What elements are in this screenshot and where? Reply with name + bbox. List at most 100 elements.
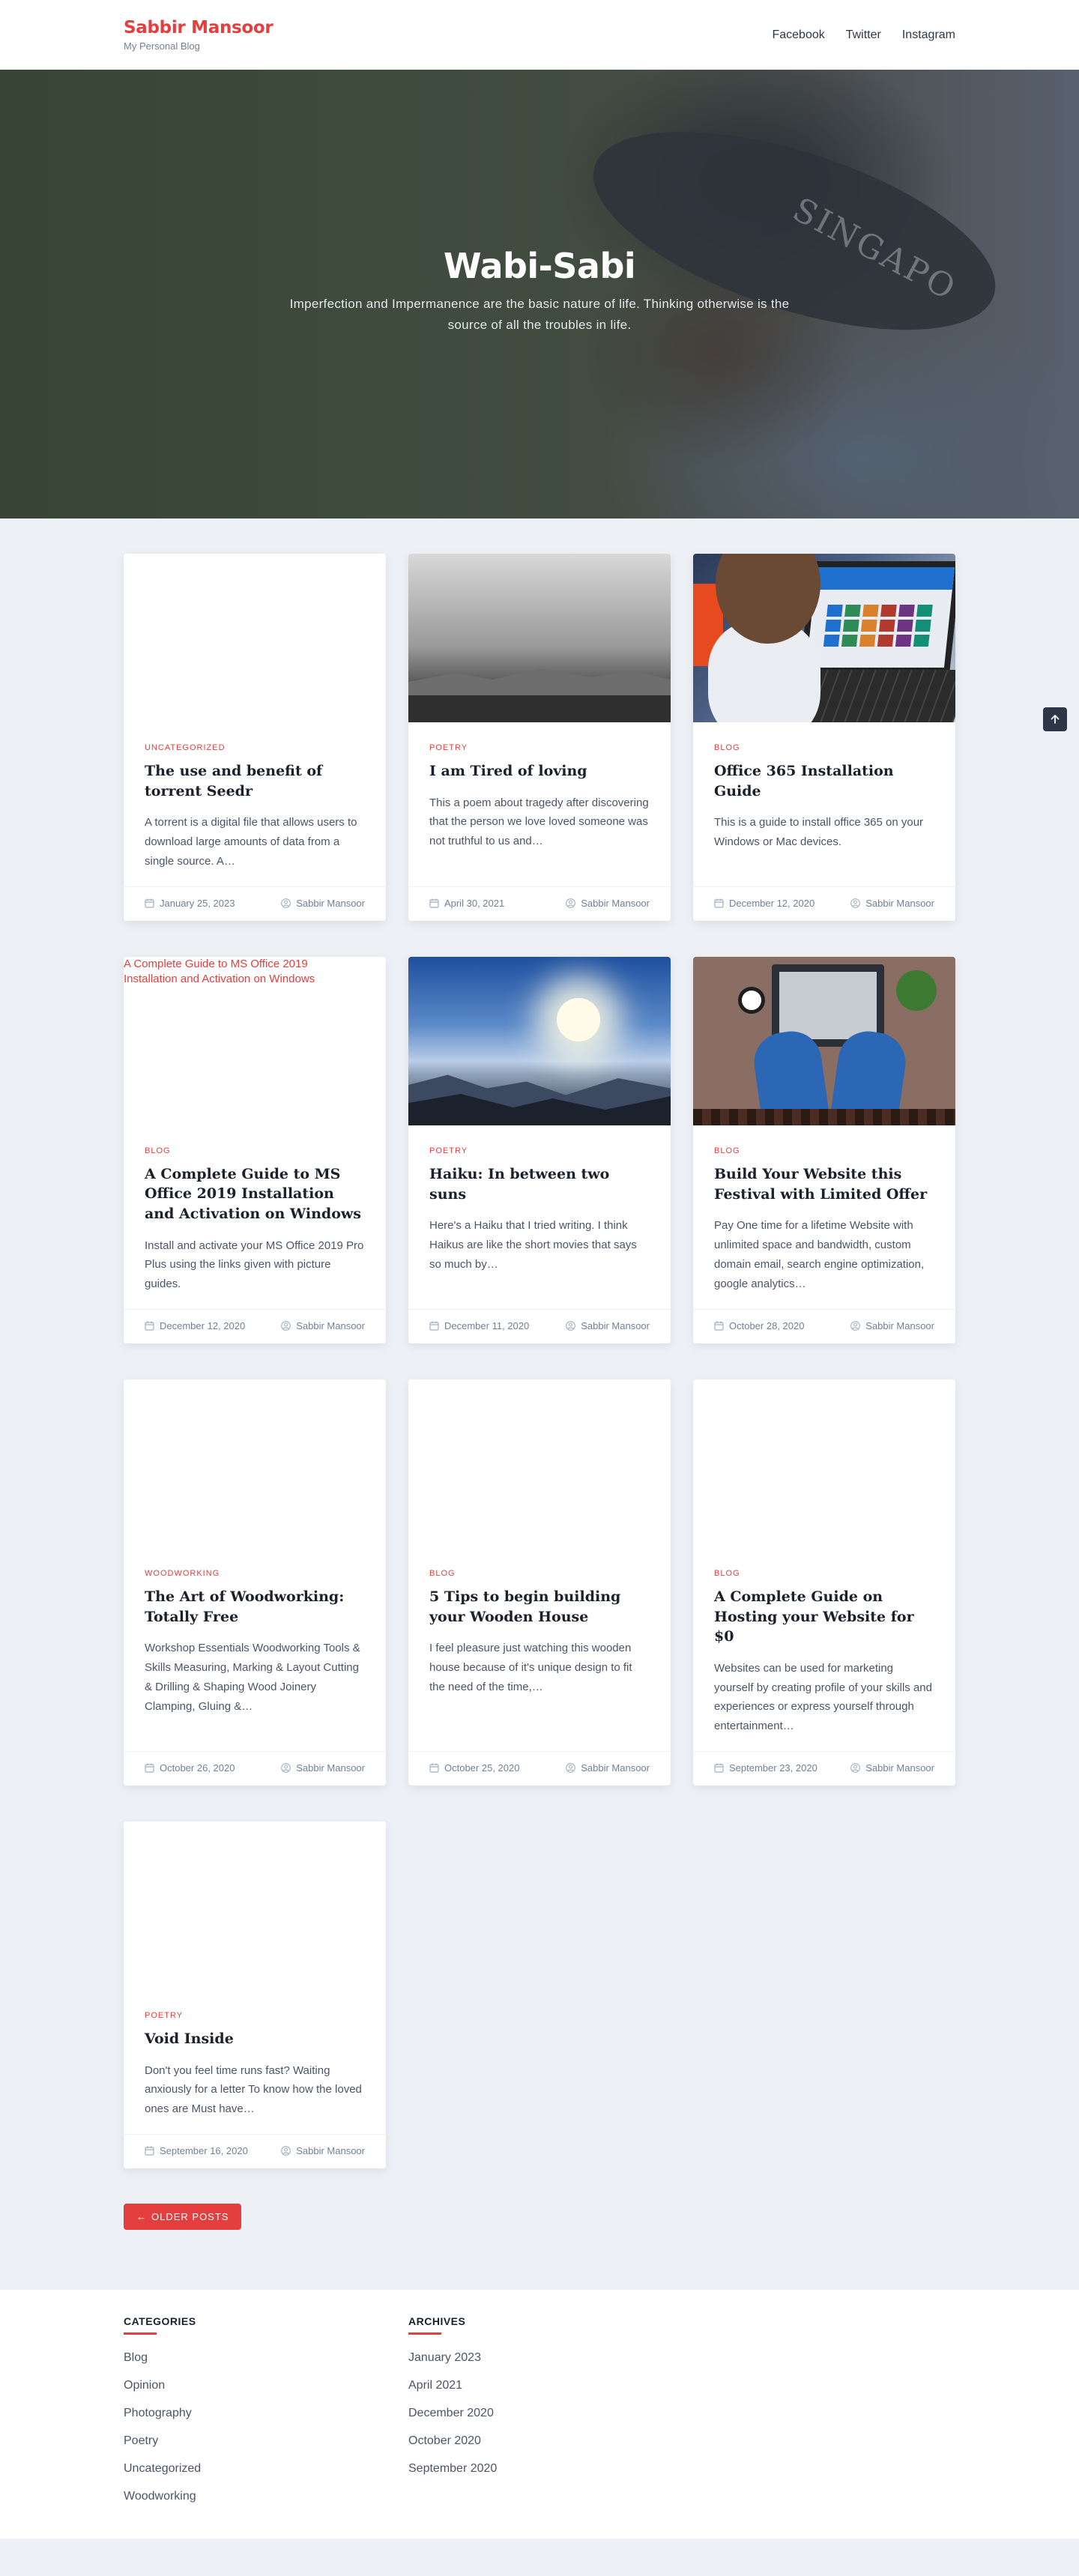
user-circle-icon	[850, 898, 861, 908]
archive-item: September 2020	[408, 2455, 693, 2482]
post-author-text: Sabbir Mansoor	[581, 1762, 650, 1774]
nav-instagram[interactable]: Instagram	[902, 28, 955, 42]
post-body: POETRY I am Tired of loving This a poem …	[408, 722, 671, 886]
post-image[interactable]	[408, 957, 671, 1125]
post-image-broken[interactable]: A Complete Guide to MS Office 2019 Insta…	[124, 957, 386, 1125]
post-card: BLOG 5 Tips to begin building your Woode…	[408, 1379, 671, 1786]
post-author-text: Sabbir Mansoor	[581, 1320, 650, 1331]
post-author-text: Sabbir Mansoor	[581, 898, 650, 909]
post-author[interactable]: Sabbir Mansoor	[566, 898, 650, 909]
category-link[interactable]: Uncategorized	[124, 2462, 201, 2475]
user-circle-icon	[566, 898, 576, 908]
archive-link[interactable]: January 2023	[408, 2351, 481, 2364]
post-title-link[interactable]: Office 365 Installation Guide	[714, 763, 894, 799]
categories-list: Blog Opinion Photography Poetry Uncategorize…	[124, 2344, 408, 2510]
post-body: BLOG A Complete Guide to MS Office 2019 …	[124, 1125, 386, 1309]
calendar-icon	[714, 1321, 724, 1331]
post-author[interactable]: Sabbir Mansoor	[281, 1320, 365, 1331]
older-posts-button[interactable]: ← OLDER POSTS	[124, 2204, 242, 2230]
post-title-link[interactable]: 5 Tips to begin building your Wooden Hou…	[429, 1588, 620, 1625]
post-category[interactable]: POETRY	[429, 743, 468, 752]
category-link[interactable]: Poetry	[124, 2434, 158, 2447]
post-title-link[interactable]: The Art of Woodworking: Totally Free	[145, 1588, 344, 1625]
site-title[interactable]: Sabbir Mansoor	[124, 18, 273, 37]
post-author[interactable]: Sabbir Mansoor	[850, 1762, 934, 1774]
post-date[interactable]: December 11, 2020	[429, 1320, 529, 1331]
post-category[interactable]: BLOG	[145, 1146, 171, 1155]
post-author[interactable]: Sabbir Mansoor	[850, 898, 934, 909]
post-title-link[interactable]: Void Inside	[145, 2031, 234, 2047]
back-to-top-button[interactable]	[1043, 707, 1067, 731]
post-author[interactable]: Sabbir Mansoor	[281, 1762, 365, 1774]
post-image[interactable]	[693, 957, 955, 1125]
post-date[interactable]: October 25, 2020	[429, 1762, 519, 1774]
post-title: A Complete Guide on Hosting your Website…	[714, 1587, 934, 1647]
post-author[interactable]: Sabbir Mansoor	[281, 2145, 365, 2156]
older-posts-label: OLDER POSTS	[151, 2211, 229, 2222]
post-image-placeholder	[124, 554, 386, 722]
post-category[interactable]: BLOG	[714, 1569, 740, 1578]
post-title-link[interactable]: The use and benefit of torrent Seedr	[145, 763, 322, 799]
archive-link[interactable]: December 2020	[408, 2407, 494, 2419]
post-title-link[interactable]: A Complete Guide on Hosting your Website…	[714, 1588, 914, 1645]
nav-facebook[interactable]: Facebook	[772, 28, 824, 42]
post-card: WOODWORKING The Art of Woodworking: Tota…	[124, 1379, 386, 1786]
post-date-text: January 25, 2023	[160, 898, 235, 909]
calendar-icon	[429, 1321, 439, 1331]
post-excerpt: Don't you feel time runs fast? Waiting a…	[145, 2063, 362, 2116]
post-date[interactable]: October 28, 2020	[714, 1320, 804, 1331]
calendar-icon	[145, 1321, 154, 1331]
post-author-text: Sabbir Mansoor	[865, 1762, 934, 1774]
post-date[interactable]: January 25, 2023	[145, 898, 235, 909]
post-title-link[interactable]: A Complete Guide to MS Office 2019 Insta…	[145, 1166, 361, 1222]
archive-link[interactable]: April 2021	[408, 2379, 462, 2392]
post-author[interactable]: Sabbir Mansoor	[566, 1320, 650, 1331]
post-title: The Art of Woodworking: Totally Free	[145, 1587, 365, 1627]
post-category[interactable]: BLOG	[714, 743, 740, 752]
post-category[interactable]: WOODWORKING	[145, 1569, 220, 1578]
nav-twitter[interactable]: Twitter	[846, 28, 881, 42]
category-link[interactable]: Blog	[124, 2351, 148, 2364]
site-footer: CATEGORIES Blog Opinion Photography Poetry U…	[0, 2290, 1079, 2539]
post-image[interactable]	[408, 554, 671, 722]
post-date[interactable]: September 23, 2020	[714, 1762, 817, 1774]
post-date-text: September 23, 2020	[729, 1762, 817, 1774]
post-category[interactable]: UNCATEGORIZED	[145, 743, 226, 752]
category-link[interactable]: Woodworking	[124, 2490, 196, 2503]
post-category[interactable]: POETRY	[145, 2011, 183, 2020]
category-link[interactable]: Opinion	[124, 2379, 165, 2392]
post-title-link[interactable]: Build Your Website this Festival with Li…	[714, 1166, 927, 1203]
post-title-link[interactable]: I am Tired of loving	[429, 763, 587, 779]
post-author[interactable]: Sabbir Mansoor	[566, 1762, 650, 1774]
post-date[interactable]: December 12, 2020	[145, 1320, 245, 1331]
archive-link[interactable]: October 2020	[408, 2434, 481, 2447]
post-card: UNCATEGORIZED The use and benefit of tor…	[124, 554, 386, 921]
pagination: ← OLDER POSTS	[124, 2204, 955, 2290]
site-tagline: My Personal Blog	[124, 40, 200, 52]
post-author[interactable]: Sabbir Mansoor	[281, 898, 365, 909]
post-meta: April 30, 2021 Sabbir Mansoor	[408, 886, 671, 921]
post-image[interactable]	[693, 554, 955, 722]
archive-item: October 2020	[408, 2427, 693, 2455]
post-title-link[interactable]: Haiku: In between two suns	[429, 1166, 609, 1203]
post-date[interactable]: December 12, 2020	[714, 898, 814, 909]
category-item: Uncategorized	[124, 2455, 408, 2482]
post-body: BLOG Office 365 Installation Guide This …	[693, 722, 955, 886]
hero-subtitle: Imperfection and Impermanence are the ba…	[289, 297, 790, 332]
post-date[interactable]: October 26, 2020	[145, 1762, 235, 1774]
post-category[interactable]: BLOG	[714, 1146, 740, 1155]
social-nav: Facebook Twitter Instagram	[772, 28, 955, 42]
post-date[interactable]: April 30, 2021	[429, 898, 504, 909]
posts-section: UNCATEGORIZED The use and benefit of tor…	[0, 518, 1079, 2290]
post-excerpt: Here's a Haiku that I tried writing. I t…	[429, 1219, 637, 1271]
post-title: A Complete Guide to MS Office 2019 Insta…	[145, 1164, 365, 1224]
post-category[interactable]: BLOG	[429, 1569, 456, 1578]
archive-link[interactable]: September 2020	[408, 2462, 497, 2475]
post-image-placeholder	[693, 1379, 955, 1548]
post-body: POETRY Void Inside Don't you feel time r…	[124, 1990, 386, 2134]
post-body: WOODWORKING The Art of Woodworking: Tota…	[124, 1548, 386, 1751]
category-link[interactable]: Photography	[124, 2407, 192, 2419]
post-author[interactable]: Sabbir Mansoor	[850, 1320, 934, 1331]
post-category[interactable]: POETRY	[429, 1146, 468, 1155]
post-date[interactable]: September 16, 2020	[145, 2145, 248, 2156]
